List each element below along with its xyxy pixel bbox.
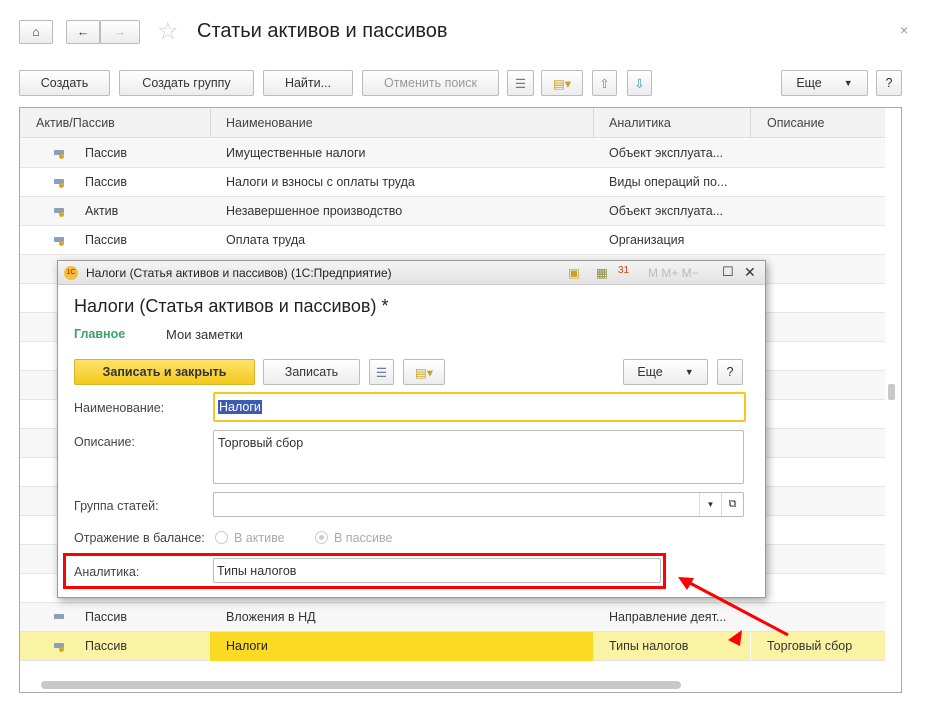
arrow-right-icon: → (113, 25, 127, 39)
dialog-titlebar: 1C Налоги (Статья активов и пассивов) (1… (58, 261, 765, 285)
report-menu-button[interactable]: ▤▾ (541, 70, 583, 96)
list-settings-button[interactable]: ☰ (507, 70, 534, 96)
name-field[interactable]: Налоги (213, 392, 746, 422)
calculator-icon[interactable]: ▦ (596, 265, 608, 280)
close-icon[interactable]: ✕ (744, 264, 756, 281)
memory-buttons[interactable]: M M+ M− (648, 266, 699, 280)
radio-passive[interactable] (315, 531, 328, 544)
item-icon (54, 237, 64, 246)
table-row[interactable]: Актив Незавершенное производство Объект эк… (20, 197, 885, 226)
annotation-arrow (678, 577, 789, 646)
dialog-window-title: Налоги (Статья активов и пассивов) (1С:П… (86, 266, 392, 280)
favorite-star-icon[interactable]: ☆ (157, 17, 179, 46)
tab-main[interactable]: Главное (74, 327, 125, 341)
radio-active-label: В активе (234, 531, 285, 545)
table-header: Актив/Пассив Наименование Аналитика Опис… (20, 108, 885, 138)
cancel-search-button[interactable]: Отменить поиск (362, 70, 499, 96)
table-row[interactable]: Пассив Оплата труда Организация (20, 226, 885, 255)
item-icon (54, 643, 64, 652)
back-button[interactable]: ← (66, 20, 100, 44)
page-title: Статьи активов и пассивов (197, 20, 448, 42)
document-icon: ▤▾ (414, 365, 434, 380)
more-button[interactable]: Еще ▼ (781, 70, 868, 96)
home-icon: ⌂ (32, 25, 40, 39)
dialog-more-button[interactable]: Еще ▼ (623, 359, 708, 385)
radio-active[interactable] (215, 531, 228, 544)
close-button[interactable]: × (900, 22, 908, 38)
item-icon (54, 179, 64, 188)
arrow-down-icon: ⇩ (634, 76, 645, 91)
maximize-icon[interactable]: ☐ (722, 264, 734, 280)
find-button[interactable]: Найти... (263, 70, 353, 96)
create-button[interactable]: Создать (19, 70, 110, 96)
column-type[interactable]: Актив/Пассив (36, 116, 115, 130)
analytics-field[interactable]: Типы налогов (213, 558, 661, 583)
column-name[interactable]: Наименование (226, 116, 313, 130)
move-down-button[interactable]: ⇩ (627, 70, 652, 96)
arrow-up-icon: ⇧ (599, 76, 610, 91)
item-icon (54, 614, 64, 619)
open-button[interactable]: ⧉ (721, 493, 743, 516)
item-icon (54, 150, 64, 159)
dialog-help-button[interactable]: ? (717, 359, 743, 385)
forward-button[interactable]: → (100, 20, 140, 44)
dialog-heading: Налоги (Статья активов и пассивов) * (74, 296, 389, 316)
list-settings-button[interactable]: ☰ (369, 359, 394, 385)
dropdown-button[interactable]: ▼ (699, 493, 721, 516)
radio-passive-label: В пассиве (334, 531, 393, 545)
item-dialog: 1C Налоги (Статья активов и пассивов) (1… (57, 260, 766, 598)
description-label: Описание: (74, 435, 135, 449)
table-row[interactable]: Пассив Налоги и взносы с оплаты труда Виды… (20, 168, 885, 197)
group-field[interactable]: ▼ ⧉ (213, 492, 744, 517)
group-label: Группа статей: (74, 499, 159, 513)
home-button[interactable]: ⌂ (19, 20, 53, 44)
save-button[interactable]: Записать (263, 359, 360, 385)
name-label: Наименование: (74, 401, 165, 415)
move-up-button[interactable]: ⇧ (592, 70, 617, 96)
list-icon: ☰ (375, 365, 388, 380)
tab-notes[interactable]: Мои заметки (166, 327, 243, 342)
list-icon: ☰ (514, 76, 527, 91)
1c-logo-icon: 1C (64, 266, 78, 280)
analytics-label: Аналитика: (74, 565, 140, 579)
chevron-down-icon: ▼ (684, 367, 694, 377)
help-button[interactable]: ? (876, 70, 902, 96)
column-analytics[interactable]: Аналитика (609, 116, 671, 130)
balance-label: Отражение в балансе: (74, 531, 205, 545)
vertical-scrollbar[interactable] (888, 384, 895, 400)
calendar-icon[interactable]: 31 (618, 265, 629, 276)
table-row[interactable]: Пассив Имущественные налоги Объект эксплуа… (20, 139, 885, 168)
bookmark-icon[interactable]: ▣ (568, 265, 580, 280)
create-group-button[interactable]: Создать группу (119, 70, 254, 96)
report-menu-button[interactable]: ▤▾ (403, 359, 445, 385)
column-description[interactable]: Описание (767, 116, 825, 130)
document-icon: ▤▾ (552, 76, 572, 91)
chevron-down-icon: ▼ (843, 78, 853, 88)
item-icon (54, 208, 64, 217)
arrow-left-icon: ← (76, 25, 90, 39)
save-and-close-button[interactable]: Записать и закрыть (74, 359, 255, 385)
horizontal-scrollbar[interactable] (41, 681, 681, 689)
description-field[interactable]: Торговый сбор (213, 430, 744, 484)
